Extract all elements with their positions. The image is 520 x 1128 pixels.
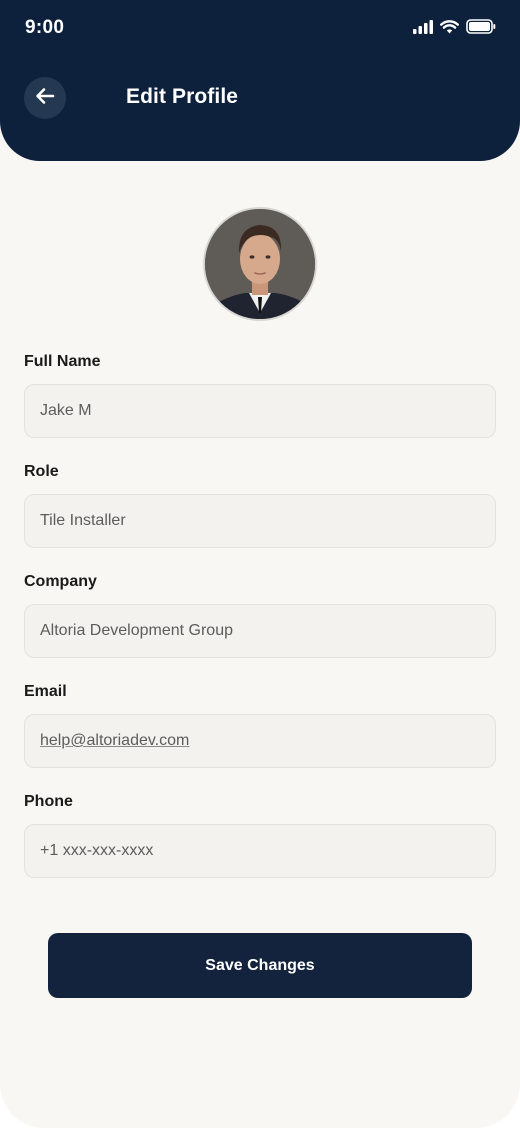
email-value: help@altoriadev.com — [40, 732, 190, 749]
status-icons — [413, 19, 496, 34]
company-value: Altoria Development Group — [40, 622, 233, 639]
header-bar: 9:00 Edit Profile — [0, 0, 520, 161]
phone-field[interactable]: +1 xxx-xxx-xxxx — [24, 824, 496, 878]
save-changes-button[interactable]: Save Changes — [48, 933, 472, 998]
profile-photo — [205, 209, 315, 319]
full-name-value: Jake M — [40, 402, 92, 419]
edit-profile-screen: 9:00 Edit Profile Full Name Jake M Role … — [0, 0, 520, 1128]
status-time: 9:00 — [25, 17, 65, 38]
back-button[interactable] — [24, 77, 66, 119]
signal-icon — [413, 19, 433, 34]
company-field[interactable]: Altoria Development Group — [24, 604, 496, 658]
page-title: Edit Profile — [126, 85, 239, 108]
full-name-field[interactable]: Jake M — [24, 384, 496, 438]
role-label: Role — [24, 463, 59, 480]
company-label: Company — [24, 573, 97, 590]
phone-label: Phone — [24, 793, 73, 810]
arrow-left-icon — [34, 85, 56, 112]
wifi-icon — [440, 19, 459, 34]
role-value: Tile Installer — [40, 512, 126, 529]
role-field[interactable]: Tile Installer — [24, 494, 496, 548]
email-field[interactable]: help@altoriadev.com — [24, 714, 496, 768]
avatar[interactable] — [203, 207, 317, 321]
battery-icon — [466, 19, 496, 34]
email-label: Email — [24, 683, 67, 700]
phone-value: +1 xxx-xxx-xxxx — [40, 842, 154, 859]
full-name-label: Full Name — [24, 353, 101, 370]
